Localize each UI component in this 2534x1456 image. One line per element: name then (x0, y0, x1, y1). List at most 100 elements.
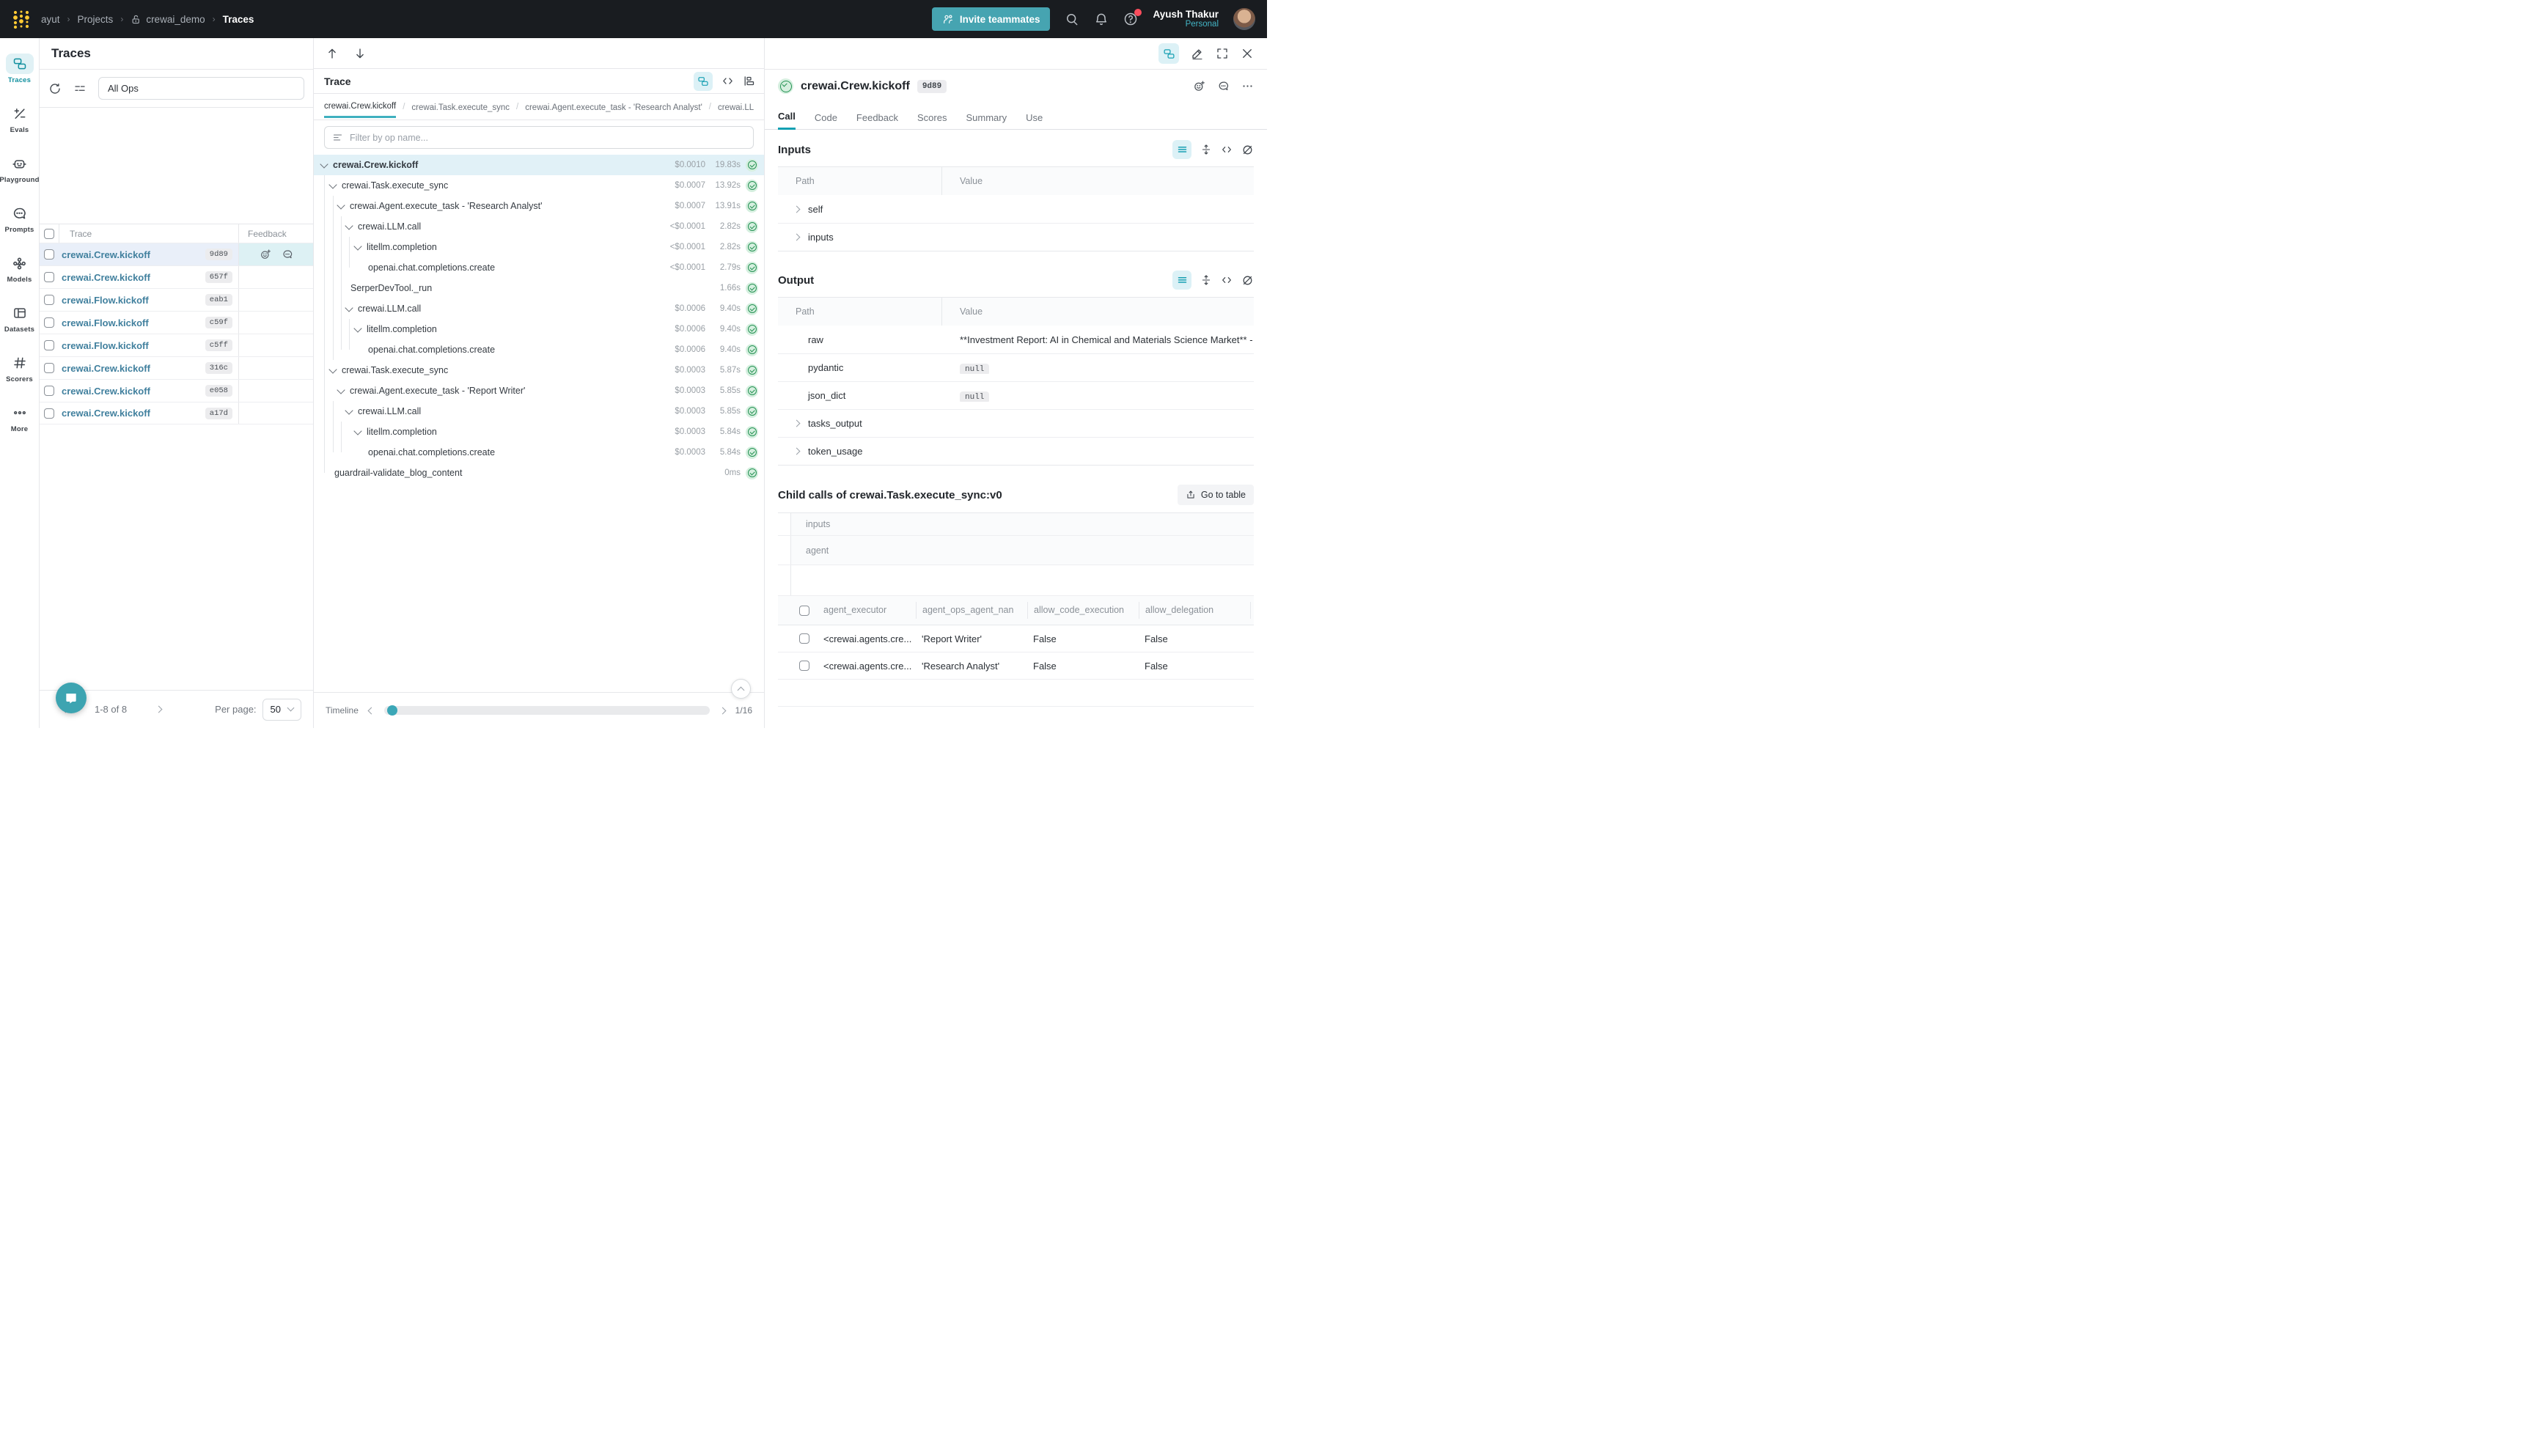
trace-tree-row[interactable]: crewai.Task.execute_sync $0.0007 13.92s (314, 175, 764, 196)
breadcrumb-page[interactable]: Traces (223, 14, 254, 25)
input-row-inputs[interactable]: inputs (778, 223, 1254, 251)
column-header[interactable]: allow_code_execution (1027, 602, 1139, 619)
edit-pencil-icon[interactable] (1191, 47, 1204, 60)
trace-tree-row[interactable]: litellm.completion <$0.0001 2.82s (314, 237, 764, 257)
trace-tree-row[interactable]: openai.chat.completions.create <$0.0001 … (314, 257, 764, 278)
output-row-token-usage[interactable]: token_usage (778, 437, 1254, 465)
expand-rows-button[interactable] (1200, 274, 1212, 286)
chevron-down-icon[interactable] (353, 242, 361, 250)
invite-teammates-button[interactable]: Invite teammates (932, 7, 1051, 31)
refresh-icon[interactable] (48, 82, 62, 95)
trace-link[interactable]: crewai.Flow.kickoff (59, 340, 205, 351)
trace-tree-row[interactable]: crewai.Crew.kickoff $0.0010 19.83s (314, 155, 764, 175)
trace-tree-row[interactable]: SerperDevTool._run 1.66s (314, 278, 764, 298)
chevron-down-icon[interactable] (353, 324, 361, 332)
more-options-icon[interactable] (1241, 80, 1254, 92)
input-row-self[interactable]: self (778, 195, 1254, 223)
chevron-down-icon[interactable] (337, 201, 345, 209)
breadcrumb-projects[interactable]: Projects (78, 14, 114, 25)
row-checkbox[interactable] (44, 408, 54, 419)
flame-graph-button[interactable] (743, 75, 755, 87)
trace-link[interactable]: crewai.Crew.kickoff (59, 386, 205, 397)
hide-values-icon[interactable] (1241, 274, 1254, 287)
list-view-button[interactable] (1172, 140, 1191, 159)
tree-view-button[interactable] (694, 72, 713, 91)
chevron-right-icon[interactable] (793, 448, 801, 455)
timeline-slider[interactable] (384, 706, 710, 715)
chevron-down-icon[interactable] (345, 221, 353, 229)
comment-icon[interactable] (282, 249, 293, 260)
chevron-down-icon[interactable] (320, 160, 328, 168)
select-all-checkbox[interactable] (44, 229, 54, 239)
row-checkbox[interactable] (44, 340, 54, 350)
row-checkbox[interactable] (44, 272, 54, 282)
tab-call[interactable]: Call (778, 111, 796, 130)
trace-tree-row[interactable]: openai.chat.completions.create $0.0006 9… (314, 339, 764, 360)
column-header-feedback[interactable]: Feedback (238, 224, 313, 243)
row-checkbox[interactable] (44, 363, 54, 373)
trace-tree-row[interactable]: crewai.LLM.call <$0.0001 2.82s (314, 216, 764, 237)
chevron-right-icon[interactable] (793, 234, 801, 241)
path-tab[interactable]: crewai.LLM.cal (718, 97, 754, 117)
tab-code[interactable]: Code (815, 112, 837, 129)
sidebar-item-more[interactable]: More (0, 393, 39, 443)
row-checkbox[interactable] (44, 295, 54, 305)
sidebar-item-models[interactable]: Models (0, 243, 39, 293)
chevron-right-icon[interactable] (793, 205, 801, 213)
collapse-timeline-button[interactable] (731, 679, 751, 699)
close-icon[interactable] (1241, 47, 1254, 60)
row-checkbox[interactable] (44, 386, 54, 396)
timeline-next-icon[interactable] (719, 707, 726, 714)
trace-link[interactable]: crewai.Flow.kickoff (59, 317, 205, 328)
child-call-row[interactable]: <crewai.agents.cre... 'Report Writer' Fa… (778, 625, 1254, 652)
timeline-prev-icon[interactable] (367, 707, 375, 714)
chevron-down-icon[interactable] (345, 304, 353, 312)
next-page-icon[interactable] (155, 706, 163, 713)
per-page-select[interactable]: 50 (262, 699, 301, 721)
sidebar-item-datasets[interactable]: Datasets (0, 293, 39, 343)
code-view-button[interactable] (1221, 274, 1233, 286)
sidebar-item-scorers[interactable]: Scorers (0, 343, 39, 393)
tab-summary[interactable]: Summary (966, 112, 1007, 129)
sidebar-item-evals[interactable]: Evals (0, 94, 39, 144)
expand-rows-button[interactable] (1200, 144, 1212, 155)
go-to-table-button[interactable]: Go to table (1178, 485, 1254, 505)
tab-use[interactable]: Use (1026, 112, 1043, 129)
sidebar-item-prompts[interactable]: Prompts (0, 194, 39, 243)
sidebar-item-traces[interactable]: Traces (0, 44, 39, 94)
code-view-button[interactable] (1221, 144, 1233, 155)
chevron-down-icon[interactable] (328, 365, 337, 373)
chat-widget-button[interactable] (56, 683, 87, 713)
wandb-logo-icon[interactable] (12, 10, 31, 29)
trace-row[interactable]: crewai.Crew.kickoff 316c (40, 356, 313, 379)
code-view-button[interactable] (721, 75, 734, 87)
chevron-down-icon[interactable] (353, 427, 361, 435)
add-reaction-icon[interactable] (1193, 80, 1205, 92)
trace-link[interactable]: crewai.Crew.kickoff (59, 408, 205, 419)
column-header-trace[interactable]: Trace (67, 229, 238, 239)
comment-icon[interactable] (1217, 80, 1230, 92)
hide-values-icon[interactable] (1241, 144, 1254, 156)
trace-tree-row[interactable]: crewai.Task.execute_sync $0.0003 5.87s (314, 360, 764, 380)
help-icon[interactable] (1123, 12, 1138, 26)
chevron-down-icon[interactable] (337, 386, 345, 394)
breadcrumb-project[interactable]: crewai_demo (131, 14, 205, 25)
notifications-bell-icon[interactable] (1094, 12, 1109, 26)
child-call-row[interactable] (778, 680, 1254, 707)
output-row-tasks-output[interactable]: tasks_output (778, 409, 1254, 437)
arrow-up-icon[interactable] (326, 47, 339, 60)
fullscreen-icon[interactable] (1216, 47, 1229, 60)
row-checkbox[interactable] (44, 317, 54, 328)
trace-row[interactable]: crewai.Crew.kickoff e058 (40, 379, 313, 402)
trace-row[interactable]: crewai.Flow.kickoff c5ff (40, 334, 313, 356)
ops-filter-select[interactable]: All Ops (98, 77, 304, 100)
breadcrumb-entity[interactable]: ayut (41, 14, 60, 25)
search-icon[interactable] (1065, 12, 1079, 26)
trace-tree-row[interactable]: crewai.LLM.call $0.0003 5.85s (314, 401, 764, 422)
chevron-down-icon[interactable] (328, 180, 337, 188)
call-id-badge[interactable]: 9d89 (917, 80, 947, 93)
trace-row[interactable]: crewai.Flow.kickoff eab1 (40, 288, 313, 311)
sidebar-item-playground[interactable]: Playground (0, 144, 39, 194)
trace-tree-row[interactable]: guardrail-validate_blog_content 0ms (314, 463, 764, 483)
trace-row[interactable]: crewai.Crew.kickoff 9d89 (40, 243, 313, 265)
